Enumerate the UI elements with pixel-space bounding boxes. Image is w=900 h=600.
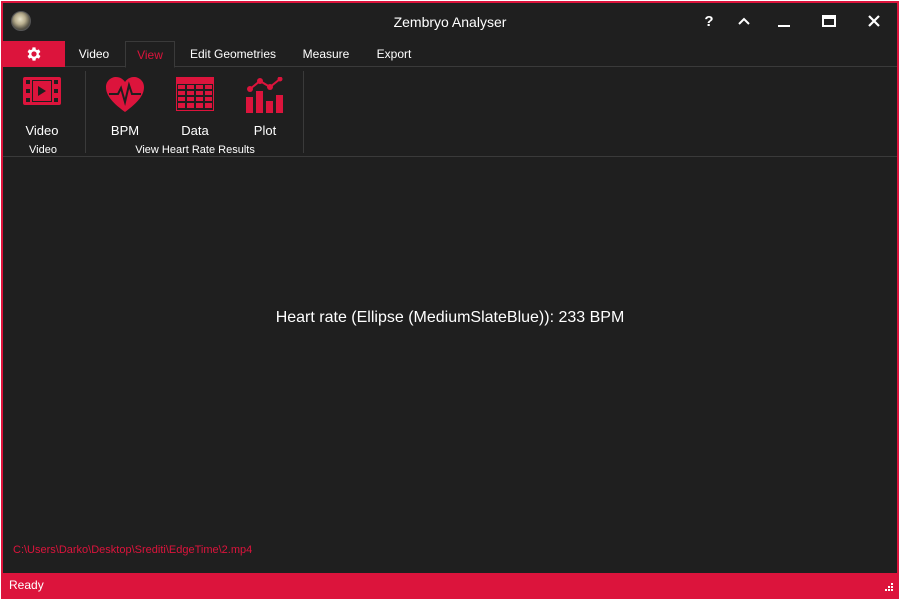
- data-button[interactable]: Data: [165, 73, 225, 139]
- close-button[interactable]: [858, 7, 890, 35]
- tab-view[interactable]: View: [125, 41, 175, 68]
- tab-measure[interactable]: Measure: [293, 41, 359, 67]
- bpm-button[interactable]: BPM: [95, 73, 155, 139]
- heart-pulse-icon: [106, 77, 144, 112]
- minimize-button[interactable]: [768, 7, 800, 35]
- plot-button-label: Plot: [253, 123, 277, 138]
- window-title: Zembryo Analyser: [393, 14, 507, 30]
- video-button-label: Video: [25, 123, 59, 138]
- heart-rate-result: Heart rate (Ellipse (MediumSlateBlue)): …: [275, 309, 625, 326]
- file-path-label: C:\Users\Darko\Desktop\Srediti\EdgeTime\…: [13, 544, 253, 556]
- help-icon: ?: [704, 12, 714, 30]
- table-grid-icon: [176, 77, 214, 111]
- tab-edit-geometries[interactable]: Edit Geometries: [183, 41, 283, 67]
- ribbon-tab-strip: Video View Edit Geometries Measure Expor…: [3, 41, 897, 68]
- resize-grip-icon[interactable]: [883, 583, 893, 593]
- maximize-icon: [822, 15, 836, 27]
- bpm-button-label: BPM: [110, 123, 140, 138]
- video-group-label: Video: [29, 144, 57, 156]
- title-bar[interactable]: Zembryo Analyser ?: [3, 3, 897, 41]
- settings-menu-button[interactable]: [3, 41, 65, 67]
- gear-icon: [27, 47, 41, 61]
- close-icon: [868, 15, 880, 27]
- results-group-label: View Heart Rate Results: [135, 144, 255, 156]
- film-play-icon: [23, 77, 61, 105]
- plot-button[interactable]: Plot: [235, 73, 295, 139]
- video-button[interactable]: Video: [12, 73, 72, 139]
- status-bar: Ready: [3, 573, 897, 597]
- minimize-icon: [778, 25, 790, 27]
- help-button[interactable]: ?: [693, 7, 725, 35]
- status-text: Ready: [9, 578, 44, 592]
- chart-plot-icon: [246, 77, 283, 113]
- main-content: Heart rate (Ellipse (MediumSlateBlue)): …: [3, 158, 897, 573]
- ribbon-separator: [303, 71, 304, 153]
- ribbon-separator: [85, 71, 86, 153]
- app-window: Zembryo Analyser ? Video View Edit Geome…: [1, 1, 899, 599]
- maximize-button[interactable]: [813, 7, 845, 35]
- collapse-ribbon-button[interactable]: [728, 7, 760, 35]
- ribbon-panel: Video Video BPM Data Plot View Heart Rat…: [3, 67, 897, 157]
- collapse-ribbon-icon: [738, 17, 750, 25]
- data-button-label: Data: [181, 123, 209, 138]
- tab-export[interactable]: Export: [367, 41, 421, 67]
- tab-video[interactable]: Video: [69, 41, 119, 67]
